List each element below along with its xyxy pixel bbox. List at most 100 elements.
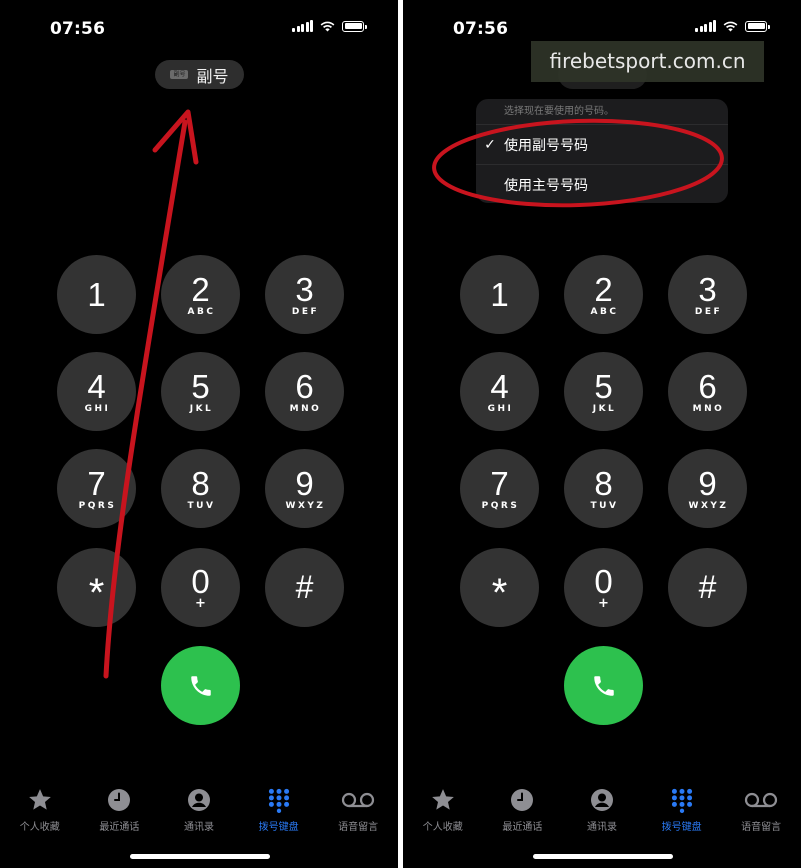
watermark-overlay: firebetsport.com.cn: [531, 41, 764, 82]
key-digit: 8: [594, 464, 613, 502]
key-3[interactable]: 3 DEF: [668, 255, 747, 334]
key-2[interactable]: 2 ABC: [564, 255, 643, 334]
line-label: 副号: [196, 66, 229, 86]
key-9[interactable]: 9 WXYZ: [265, 449, 344, 528]
star-icon: [28, 789, 51, 810]
line-selector-button[interactable]: 副号 副号: [155, 60, 244, 89]
phone-icon: [593, 675, 614, 696]
key-hash[interactable]: #: [265, 548, 344, 627]
key-hash[interactable]: #: [668, 548, 747, 627]
key-letters: JKL: [189, 403, 214, 414]
menu-option-primary-number[interactable]: 使用主号号码: [476, 164, 728, 203]
key-letters: MNO: [289, 403, 322, 414]
key-digit: *: [491, 570, 508, 615]
key-digit: 3: [698, 270, 717, 308]
key-1[interactable]: 1: [460, 255, 539, 334]
key-letters: TUV: [187, 500, 216, 511]
phone-icon: [190, 675, 211, 696]
key-digit: 8: [191, 464, 210, 502]
person-icon: [187, 789, 210, 811]
status-time: 07:56: [453, 19, 509, 39]
key-star[interactable]: *: [57, 548, 136, 627]
key-digit: 6: [698, 367, 717, 405]
key-3[interactable]: 3 DEF: [265, 255, 344, 334]
tab-favorites[interactable]: 个人收藏: [403, 786, 483, 836]
tab-label: 最近通话: [99, 822, 140, 833]
dial-keypad: 1 2 ABC 3 DEF 4 GHI 5 JKL 6 MNO 7 PQRS 8 TUV 9W…: [57, 255, 344, 629]
key-0[interactable]: 0 +: [564, 548, 643, 627]
phone-screen-left: 07:56 副号 副号 1 2 ABC 3 DEF 4 GHI 5 JKL 6 MNO 7…: [0, 0, 398, 868]
key-letters: PQRS: [78, 500, 117, 511]
key-digit: 9: [698, 464, 717, 502]
tab-keypad[interactable]: 拨号键盘: [239, 786, 319, 836]
key-0[interactable]: 0 +: [161, 548, 240, 627]
call-button[interactable]: [161, 646, 240, 725]
key-4[interactable]: 4 GHI: [460, 352, 539, 431]
line-badge: 副号: [170, 70, 189, 79]
key-2[interactable]: 2 ABC: [161, 255, 240, 334]
person-icon: [590, 789, 613, 811]
tab-label: 拨号键盘: [661, 822, 702, 833]
key-6[interactable]: 6 MNO: [668, 352, 747, 431]
phone-screen-right: 07:56 选择现在要使用的号码。 ✓ 使用副号号码 使用主号号码 1 2 ABC…: [403, 0, 801, 868]
tab-voicemail[interactable]: 语音留言: [721, 786, 801, 836]
key-letters: +: [195, 595, 206, 611]
key-letters: +: [598, 595, 609, 611]
key-1[interactable]: 1: [57, 255, 136, 334]
tab-contacts[interactable]: 通讯录: [562, 786, 642, 836]
tab-contacts[interactable]: 通讯录: [159, 786, 239, 836]
battery-icon: [745, 20, 770, 32]
key-letters: ABC: [590, 306, 619, 317]
status-icons: [292, 20, 367, 32]
keypad-icon: [268, 788, 289, 813]
key-digit: 1: [490, 276, 509, 313]
key-digit: 7: [490, 464, 509, 502]
option-label: 使用主号号码: [504, 177, 588, 194]
keypad-icon: [671, 788, 692, 813]
home-indicator: [533, 854, 673, 859]
wifi-icon: [320, 21, 335, 31]
key-digit: 6: [295, 367, 314, 405]
tab-bar: 个人收藏 最近通话 通讯录 拨号键盘 语音留言: [0, 786, 398, 836]
tab-label: 通讯录: [183, 822, 214, 833]
key-digit: 5: [191, 367, 210, 405]
tab-label: 个人收藏: [19, 822, 60, 833]
tab-label: 个人收藏: [422, 822, 463, 833]
wifi-icon: [723, 21, 738, 31]
key-8[interactable]: 8 TUV: [161, 449, 240, 528]
key-7[interactable]: 7 PQRS: [460, 449, 539, 528]
tab-label: 语音留言: [741, 822, 782, 833]
key-digit: 2: [594, 270, 613, 308]
key-9[interactable]: 9 WXYZ: [668, 449, 747, 528]
key-letters: DEF: [694, 306, 723, 317]
option-label: 使用副号号码: [504, 137, 588, 154]
battery-icon: [342, 20, 367, 32]
key-letters: ABC: [187, 306, 216, 317]
key-6[interactable]: 6 MNO: [265, 352, 344, 431]
cellular-signal-icon: [695, 20, 716, 32]
tab-favorites[interactable]: 个人收藏: [0, 786, 80, 836]
key-5[interactable]: 5 JKL: [564, 352, 643, 431]
key-star[interactable]: *: [460, 548, 539, 627]
tab-label: 拨号键盘: [258, 822, 299, 833]
tab-label: 语音留言: [338, 822, 379, 833]
tab-recents[interactable]: 最近通话: [80, 786, 160, 836]
key-letters: JKL: [592, 403, 617, 414]
key-7[interactable]: 7 PQRS: [57, 449, 136, 528]
home-indicator: [130, 854, 270, 859]
key-letters: DEF: [291, 306, 320, 317]
tab-keypad[interactable]: 拨号键盘: [642, 786, 722, 836]
menu-option-secondary-number[interactable]: ✓ 使用副号号码: [476, 125, 728, 164]
tab-bar: 个人收藏 最近通话 通讯录 拨号键盘 语音留言: [403, 786, 801, 836]
key-digit: #: [295, 569, 314, 605]
key-5[interactable]: 5 JKL: [161, 352, 240, 431]
key-8[interactable]: 8 TUV: [564, 449, 643, 528]
clock-icon: [108, 789, 131, 811]
tab-recents[interactable]: 最近通话: [483, 786, 563, 836]
key-digit: 0: [191, 562, 210, 600]
key-digit: 1: [87, 276, 106, 313]
tab-voicemail[interactable]: 语音留言: [318, 786, 398, 836]
call-button[interactable]: [564, 646, 643, 725]
key-letters: TUV: [590, 500, 619, 511]
key-4[interactable]: 4 GHI: [57, 352, 136, 431]
